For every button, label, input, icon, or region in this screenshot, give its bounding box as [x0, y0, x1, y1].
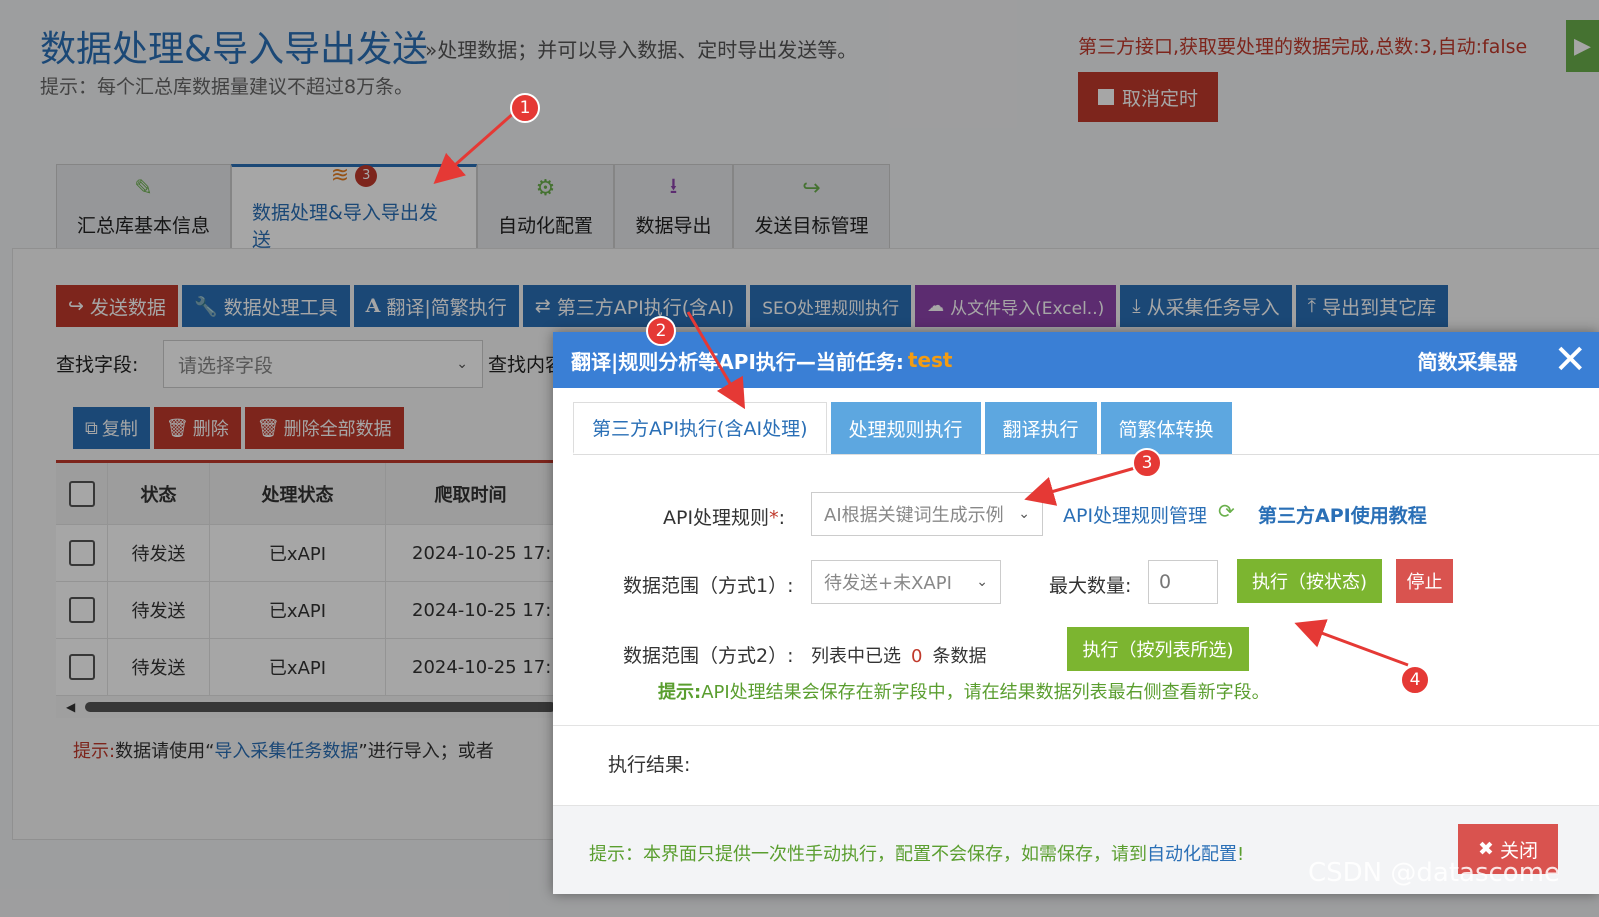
api-tutorial-link[interactable]: 第三方API使用教程	[1258, 501, 1427, 528]
footer-tip: 提示：本界面只提供一次性手动执行，配置不会保存，如需保存，请到自动化配置!	[589, 844, 1245, 865]
tab-simp-trad[interactable]: 简繁体转换	[1100, 402, 1232, 454]
task-name: test	[907, 348, 953, 372]
range2-selected: 列表中已选 0 条数据	[811, 646, 987, 667]
tab-rule-exec[interactable]: 处理规则执行	[830, 402, 981, 454]
range2-label: 数据范围（方式2）:	[623, 645, 794, 667]
range1-select[interactable]: 待发送+未XAPI ⌄	[811, 560, 1001, 604]
modal-body: API处理规则*: AI根据关键词生成示例 ⌄ API处理规则管理 ⟳ 第三方A…	[553, 455, 1599, 725]
range1-label: 数据范围（方式1）:	[623, 575, 794, 597]
max-count-input[interactable]: 0	[1148, 560, 1218, 604]
api-exec-modal: 翻译|规则分析等API执行—当前任务: test 简数采集器 ✕ 第三方API执…	[553, 332, 1599, 894]
stop-button[interactable]: 停止	[1396, 559, 1453, 603]
api-rule-select[interactable]: AI根据关键词生成示例 ⌄	[811, 492, 1043, 536]
tab-translate-exec[interactable]: 翻译执行	[984, 402, 1097, 454]
chevron-down-icon: ⌄	[1018, 506, 1030, 522]
modal-tabs: 第三方API执行(含AI处理) 处理规则执行 翻译执行 简繁体转换	[573, 402, 1599, 455]
selected-count: 0	[911, 646, 923, 667]
exec-by-status-button[interactable]: 执行（按状态)	[1237, 559, 1382, 603]
divider	[553, 725, 1599, 726]
tab-third-party-api[interactable]: 第三方API执行(含AI处理)	[573, 402, 827, 454]
automation-config-link[interactable]: 自动化配置	[1147, 844, 1237, 865]
range1-value: 待发送+未XAPI	[824, 573, 952, 594]
annotation-marker-3: 3	[1132, 448, 1162, 478]
max-count-label: 最大数量:	[1049, 575, 1132, 597]
annotation-marker-1: 1	[510, 93, 540, 123]
brand-label: 简数采集器	[1417, 349, 1518, 374]
modal-title: 翻译|规则分析等API执行—当前任务:	[571, 349, 904, 374]
refresh-icon[interactable]: ⟳	[1218, 499, 1235, 523]
api-rule-value: AI根据关键词生成示例	[824, 505, 1004, 526]
api-rule-manage-link[interactable]: API处理规则管理	[1063, 501, 1207, 528]
result-label: 执行结果:	[608, 754, 691, 776]
annotation-marker-2: 2	[646, 316, 676, 346]
chevron-down-icon: ⌄	[976, 574, 988, 590]
exec-by-list-button[interactable]: 执行（按列表所选)	[1067, 627, 1249, 671]
annotation-marker-4: 4	[1400, 665, 1430, 695]
watermark: CSDN @datascome	[1308, 858, 1561, 888]
modal-header: 翻译|规则分析等API执行—当前任务: test 简数采集器 ✕	[553, 332, 1599, 388]
close-icon[interactable]: ✕	[1553, 340, 1587, 380]
api-rule-label: API处理规则*:	[663, 507, 785, 529]
close-icon: ✖	[1478, 838, 1494, 860]
modal-green-tip: 提示:API处理结果会保存在新字段中，请在结果数据列表最右侧查看新字段。	[658, 682, 1270, 703]
